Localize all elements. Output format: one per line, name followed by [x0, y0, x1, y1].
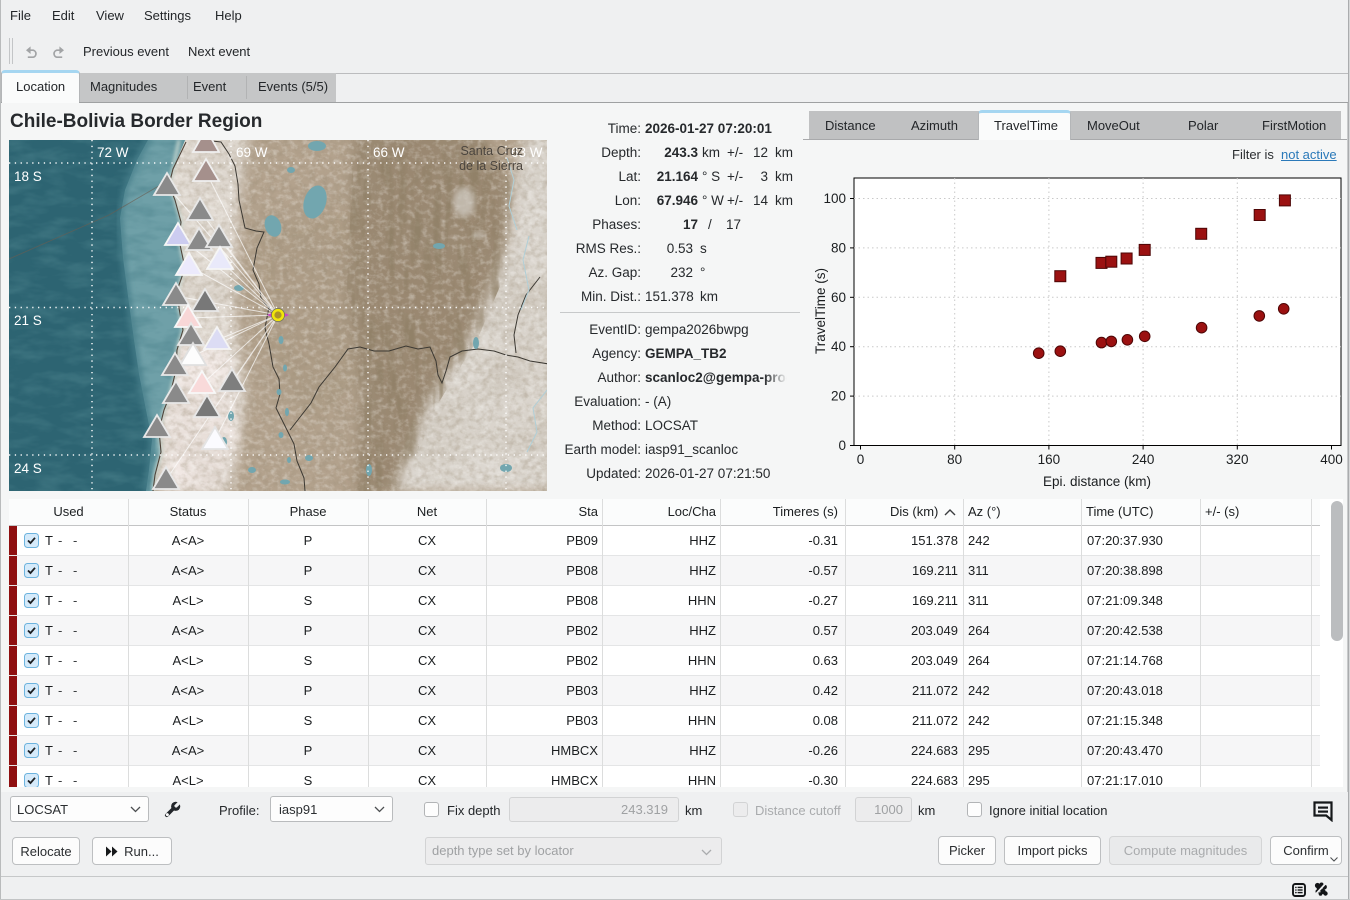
svg-text:240: 240	[1132, 452, 1155, 467]
svg-text:de la Sierra: de la Sierra	[459, 159, 523, 173]
svg-text:40: 40	[831, 339, 846, 354]
svg-text:Epi. distance (km): Epi. distance (km)	[1043, 474, 1151, 489]
svg-text:20: 20	[831, 389, 846, 404]
svg-text:18 S: 18 S	[14, 169, 42, 184]
svg-text:400: 400	[1320, 452, 1343, 467]
svg-text:160: 160	[1038, 452, 1061, 467]
svg-text:69 W: 69 W	[236, 145, 268, 160]
svg-text:Santa Cruz: Santa Cruz	[460, 144, 523, 158]
svg-text:24 S: 24 S	[14, 461, 42, 476]
svg-text:72 W: 72 W	[97, 145, 129, 160]
svg-text:0: 0	[857, 452, 865, 467]
svg-text:66 W: 66 W	[373, 145, 405, 160]
svg-text:100: 100	[823, 191, 846, 206]
svg-text:0: 0	[838, 438, 846, 453]
svg-text:80: 80	[947, 452, 962, 467]
svg-text:21 S: 21 S	[14, 313, 42, 328]
svg-text:TravelTime (s): TravelTime (s)	[813, 268, 828, 354]
svg-text:320: 320	[1226, 452, 1249, 467]
svg-text:80: 80	[831, 240, 846, 255]
svg-text:60: 60	[831, 290, 846, 305]
